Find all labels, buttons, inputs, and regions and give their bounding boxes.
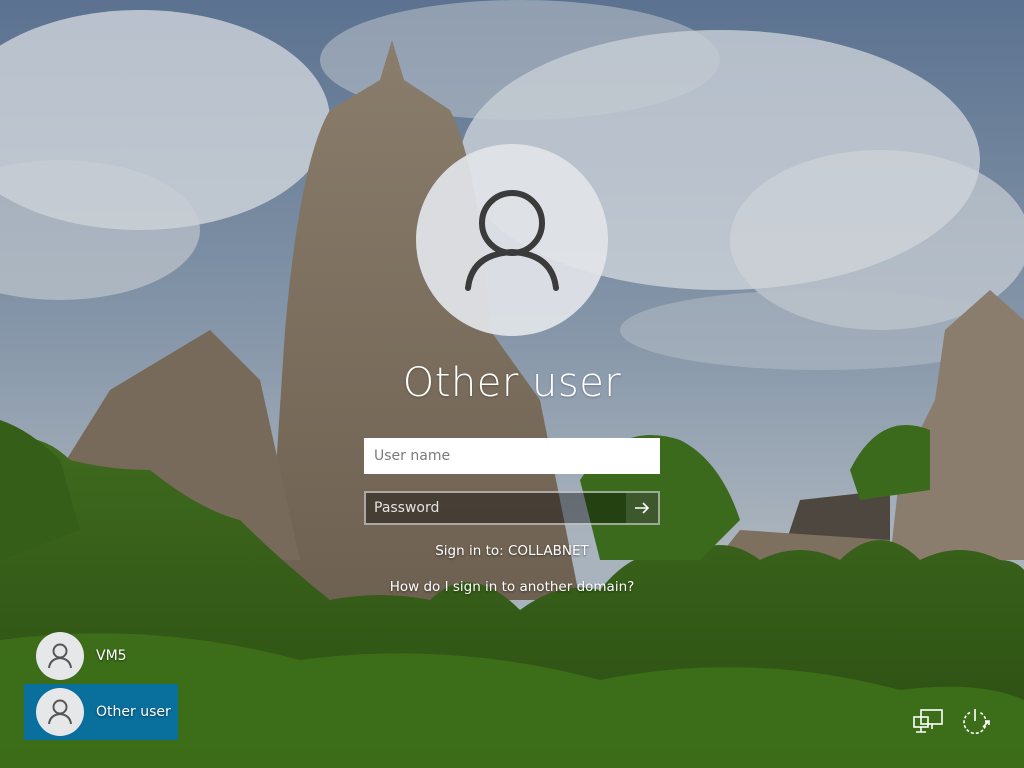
avatar xyxy=(36,688,84,736)
password-input[interactable] xyxy=(366,493,626,523)
user-list: VM5 Other user xyxy=(24,628,178,740)
power-icon xyxy=(963,709,990,735)
password-field-group xyxy=(364,491,660,525)
submit-button[interactable] xyxy=(626,493,658,523)
user-icon xyxy=(48,699,72,725)
avatar xyxy=(36,632,84,680)
user-icon xyxy=(48,643,72,669)
network-button[interactable] xyxy=(910,704,946,740)
user-tile-label: VM5 xyxy=(96,648,127,664)
user-tile-label: Other user xyxy=(96,704,171,720)
user-avatar-large xyxy=(416,144,608,336)
user-tile-vm5[interactable]: VM5 xyxy=(24,628,178,684)
selected-user-name: Other user xyxy=(402,360,622,406)
sign-in-domain-text: Sign in to: COLLABNET xyxy=(435,543,589,559)
domain-help-link[interactable]: How do I sign in to another domain? xyxy=(312,579,712,595)
power-button[interactable] xyxy=(957,704,993,740)
user-tile-other-user[interactable]: Other user xyxy=(24,684,178,740)
username-input[interactable] xyxy=(364,438,660,474)
arrow-right-icon xyxy=(635,502,650,514)
user-icon xyxy=(465,190,559,291)
network-icon xyxy=(913,709,943,733)
